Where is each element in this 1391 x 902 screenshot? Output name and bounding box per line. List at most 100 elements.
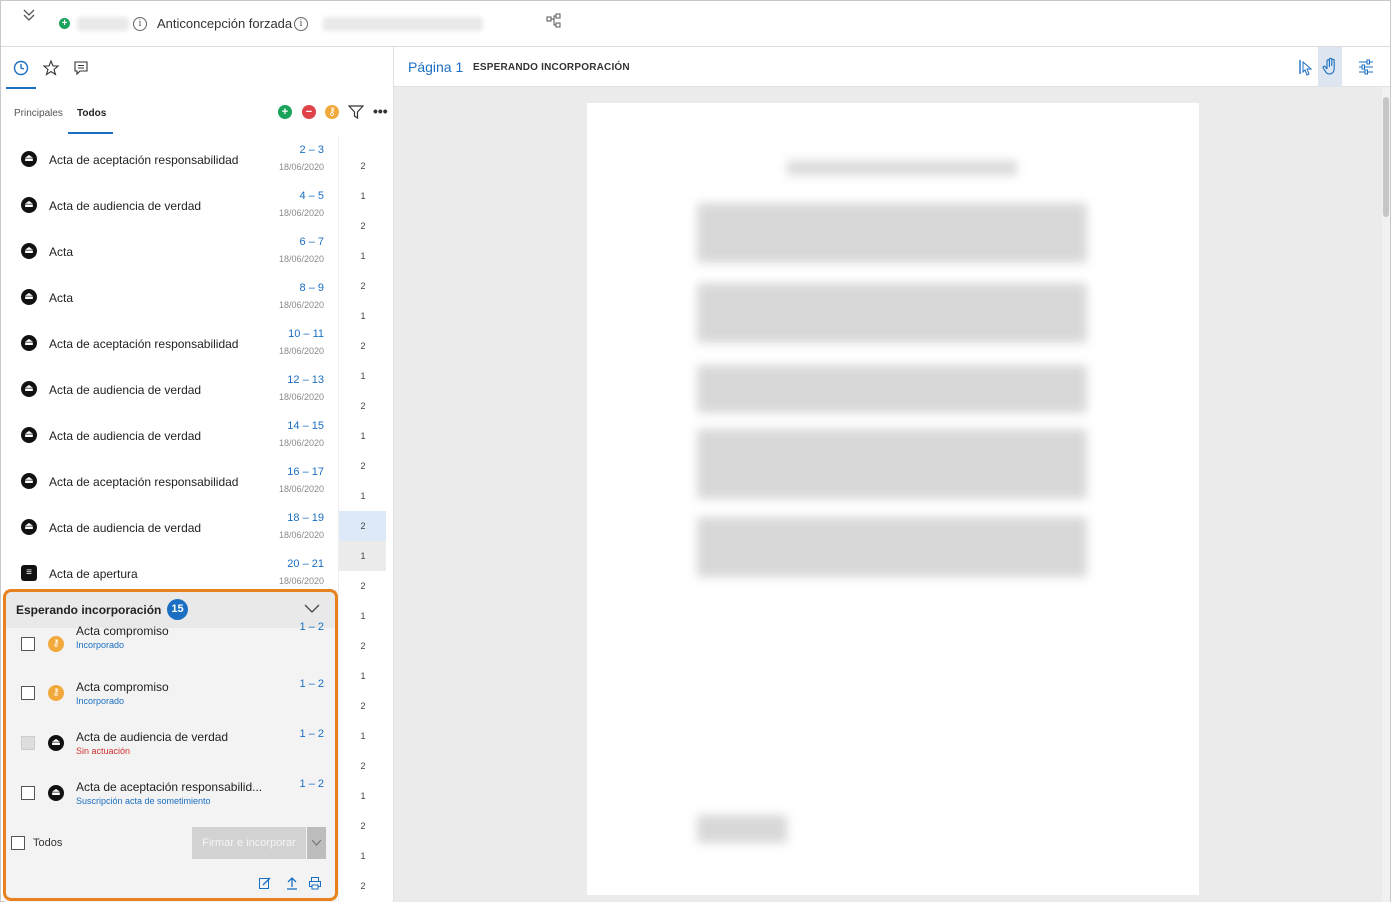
blurred-content	[697, 815, 787, 843]
sign-and-incorporate-button[interactable]: Firmar e incorporar	[192, 827, 306, 859]
page-range[interactable]: 6 – 7	[300, 236, 324, 248]
page-number[interactable]: 2	[339, 151, 386, 181]
page-number[interactable]: 1	[339, 481, 386, 511]
document-date: 18/06/2020	[278, 346, 324, 356]
item-checkbox[interactable]	[21, 637, 35, 651]
stamp-icon: ⏏	[21, 243, 37, 259]
page-number[interactable]: 1	[339, 721, 386, 751]
page-number[interactable]: 1	[339, 301, 386, 331]
hierarchy-icon[interactable]	[546, 13, 562, 29]
add-document-icon[interactable]: +	[278, 105, 292, 119]
item-checkbox[interactable]	[21, 686, 35, 700]
page-range[interactable]: 10 – 11	[288, 328, 324, 340]
page-number[interactable]: 2	[339, 271, 386, 301]
blurred-content	[697, 429, 1087, 499]
document-title: Acta de aceptación responsabilidad	[49, 475, 239, 489]
hand-pan-icon[interactable]	[1318, 47, 1342, 87]
page-number[interactable]: 2	[339, 391, 386, 421]
page-range[interactable]: 1 – 2	[300, 728, 324, 740]
chevron-down-icon[interactable]	[304, 602, 320, 614]
page-number[interactable]: 2	[339, 691, 386, 721]
more-options-icon[interactable]: •••	[373, 103, 388, 119]
page-number[interactable]: 1	[339, 361, 386, 391]
page-range[interactable]: 14 – 15	[287, 420, 324, 432]
page-range[interactable]: 20 – 21	[287, 558, 324, 570]
page-number[interactable]: 2	[339, 451, 386, 481]
viewer-toolbar: Página 1 ESPERANDO INCORPORACIÓN	[394, 47, 1390, 87]
page-number[interactable]: 2	[339, 751, 386, 781]
stamp-icon: ⏏	[21, 151, 37, 167]
redacted-text	[323, 17, 483, 31]
page-range[interactable]: 1 – 2	[300, 778, 324, 790]
page-range[interactable]: 1 – 2	[300, 678, 324, 690]
item-checkbox[interactable]	[21, 786, 35, 800]
upload-icon[interactable]	[285, 876, 299, 890]
key-icon: ⚷	[48, 685, 64, 701]
page-number[interactable]: 2	[339, 211, 386, 241]
select-all-checkbox[interactable]	[11, 836, 25, 850]
item-status: Incorporado	[76, 696, 125, 706]
double-chevron-down-icon[interactable]	[22, 7, 36, 23]
page-number[interactable]: 2	[339, 811, 386, 841]
page-thumbnail-strip: 2 1 2 1 2 1 2 1 2 1 2 1 2 1 2 1 2 1 2 1 …	[338, 137, 386, 902]
page-range[interactable]: 4 – 5	[300, 190, 324, 202]
waiting-item: ⚷ Acta compromiso Incorporado 1 – 2	[5, 678, 337, 728]
page-range[interactable]: 8 – 9	[300, 282, 324, 294]
tab-principales[interactable]: Principales	[14, 108, 63, 119]
page-number[interactable]: 1	[339, 781, 386, 811]
list-item[interactable]: ≡ Acta de apertura 20 – 21 18/06/2020	[5, 551, 337, 592]
list-item[interactable]: ⏏ Acta 8 – 9 18/06/2020	[5, 275, 337, 321]
page-number[interactable]: 2	[339, 631, 386, 661]
tab-todos[interactable]: Todos	[77, 108, 106, 119]
comment-icon[interactable]	[71, 57, 91, 79]
document-date: 18/06/2020	[278, 530, 324, 540]
page-number[interactable]: 1	[339, 421, 386, 451]
print-icon[interactable]	[308, 876, 322, 890]
star-icon[interactable]	[41, 57, 61, 79]
page-number[interactable]: 1	[339, 841, 386, 871]
page-range[interactable]: 12 – 13	[287, 374, 324, 386]
scrollbar-thumb[interactable]	[1383, 97, 1389, 217]
list-item[interactable]: ⏏ Acta de audiencia de verdad 18 – 19 18…	[5, 505, 337, 551]
history-clock-icon[interactable]	[11, 57, 31, 79]
blurred-content	[697, 283, 1087, 343]
page-number[interactable]: 1	[339, 661, 386, 691]
list-item[interactable]: ⏏ Acta 6 – 7 18/06/2020	[5, 229, 337, 275]
page-number[interactable]: 1	[339, 541, 386, 571]
page-number-selected[interactable]: 2	[339, 511, 386, 541]
page-range[interactable]: 18 – 19	[287, 512, 324, 524]
filter-icon[interactable]	[348, 105, 364, 119]
remove-document-icon[interactable]: −	[302, 105, 316, 119]
list-item[interactable]: ⏏ Acta de aceptación responsabilidad 2 –…	[5, 137, 337, 183]
page-number[interactable]: 2	[339, 871, 386, 901]
info-icon[interactable]: i	[133, 17, 147, 31]
vertical-scrollbar[interactable]	[1382, 87, 1390, 902]
list-item[interactable]: ⏏ Acta de audiencia de verdad 12 – 13 18…	[5, 367, 337, 413]
key-icon[interactable]: ⚷	[325, 105, 339, 119]
text-select-icon[interactable]	[1292, 47, 1316, 87]
settings-sliders-icon[interactable]	[1354, 47, 1378, 87]
waiting-panel-header[interactable]: Esperando incorporación 15	[5, 590, 337, 628]
page-range[interactable]: 1 – 2	[300, 621, 324, 633]
active-tab-indicator	[6, 87, 36, 89]
chevron-down-icon[interactable]	[307, 827, 326, 859]
list-item[interactable]: ⏏ Acta de audiencia de verdad 4 – 5 18/0…	[5, 183, 337, 229]
add-circle-icon: +	[59, 18, 70, 29]
page-number[interactable]: 1	[339, 601, 386, 631]
list-item[interactable]: ⏏ Acta de aceptación responsabilidad 16 …	[5, 459, 337, 505]
page-number[interactable]: 2	[339, 331, 386, 361]
blurred-content	[697, 517, 1087, 577]
list-item[interactable]: ⏏ Acta de audiencia de verdad 14 – 15 18…	[5, 413, 337, 459]
page-number[interactable]: 2	[339, 571, 386, 601]
page-number[interactable]: 1	[339, 241, 386, 271]
case-title: Anticoncepción forzada	[157, 16, 293, 31]
page-number[interactable]: 1	[339, 181, 386, 211]
blurred-content	[697, 203, 1087, 263]
page-range[interactable]: 16 – 17	[287, 466, 324, 478]
edit-icon[interactable]	[258, 876, 272, 890]
item-title: Acta compromiso	[76, 624, 169, 638]
page-range[interactable]: 2 – 3	[300, 144, 324, 156]
info-icon[interactable]: i	[294, 17, 308, 31]
list-item[interactable]: ⏏ Acta de aceptación responsabilidad 10 …	[5, 321, 337, 367]
page-status: ESPERANDO INCORPORACIÓN	[473, 62, 630, 73]
